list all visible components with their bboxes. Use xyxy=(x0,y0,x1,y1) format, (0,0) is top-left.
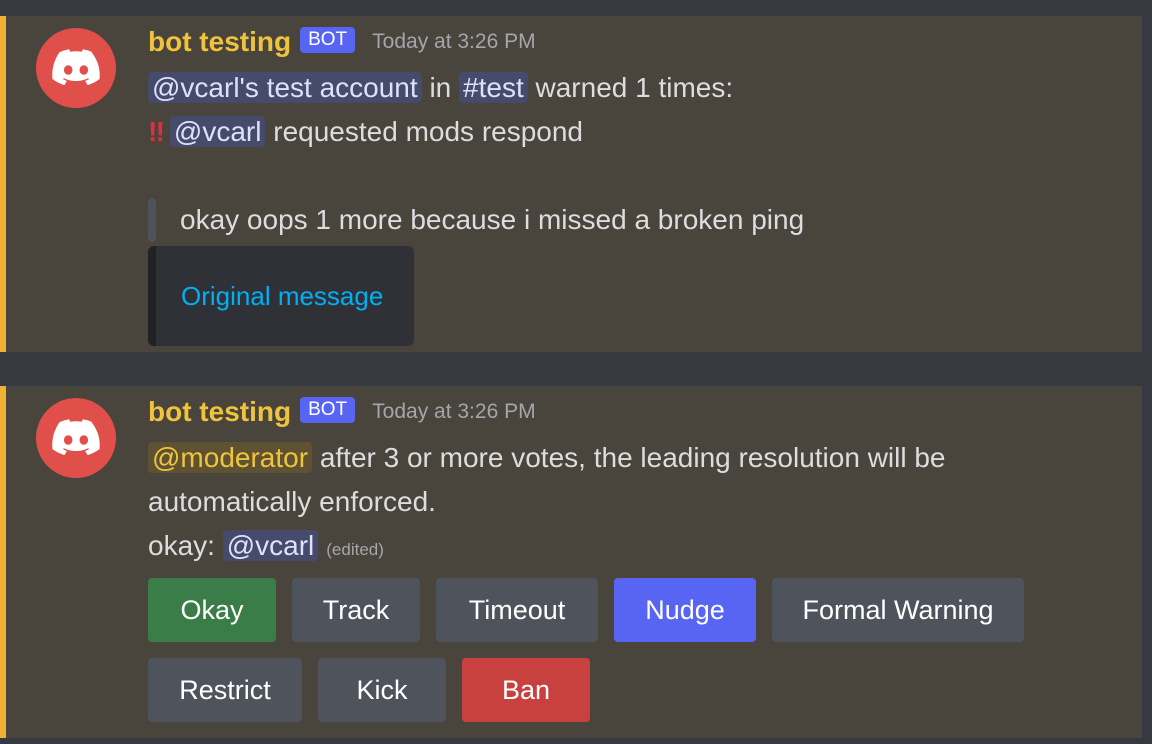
nudge-button[interactable]: Nudge xyxy=(614,578,756,642)
button-row: Restrict Kick Ban xyxy=(148,658,1048,722)
discord-logo-icon xyxy=(52,49,100,86)
user-mention[interactable]: @vcarl xyxy=(169,116,266,147)
bot-tag: BOT xyxy=(300,397,356,423)
message-warning-report: bot testing BOT Today at 3:26 PM @vcarl'… xyxy=(0,16,1142,352)
author-name[interactable]: bot testing xyxy=(148,24,291,60)
action-buttons: Okay Track Timeout Nudge Formal Warning … xyxy=(148,578,1048,738)
okay-line: okay: @vcarl (edited) xyxy=(148,524,1122,572)
vote-line-continued: automatically enforced. xyxy=(148,480,1122,524)
message-header: bot testing BOT Today at 3:26 PM xyxy=(148,394,536,430)
message-vote-prompt: bot testing BOT Today at 3:26 PM @modera… xyxy=(0,386,1142,738)
user-mention[interactable]: @vcarl xyxy=(222,530,319,561)
quote-bar xyxy=(148,198,156,242)
author-name[interactable]: bot testing xyxy=(148,394,291,430)
message-content: @vcarl's test account in #test warned 1 … xyxy=(148,66,1122,346)
message-content: @moderator after 3 or more votes, the le… xyxy=(148,436,1122,572)
formal-warning-button[interactable]: Formal Warning xyxy=(772,578,1024,642)
vote-line: @moderator after 3 or more votes, the le… xyxy=(148,436,1122,480)
okay-button[interactable]: Okay xyxy=(148,578,276,642)
button-row: Okay Track Timeout Nudge Formal Warning xyxy=(148,578,1048,642)
ban-button[interactable]: Ban xyxy=(462,658,590,722)
role-mention[interactable]: @moderator xyxy=(148,442,313,473)
timeout-button[interactable]: Timeout xyxy=(436,578,598,642)
embed-card: Original message xyxy=(148,246,414,346)
timestamp[interactable]: Today at 3:26 PM xyxy=(372,400,535,424)
request-line: ‼ @vcarl requested mods respond xyxy=(148,110,1122,154)
static-text: automatically enforced. xyxy=(148,486,436,517)
bot-tag: BOT xyxy=(300,27,356,53)
quote-text: okay oops 1 more because i missed a brok… xyxy=(180,204,805,235)
static-text: in xyxy=(429,72,452,103)
timestamp[interactable]: Today at 3:26 PM xyxy=(372,30,535,54)
discord-logo-icon xyxy=(52,419,100,456)
channel-mention[interactable]: #test xyxy=(459,72,528,103)
avatar[interactable] xyxy=(36,28,116,108)
message-header: bot testing BOT Today at 3:26 PM xyxy=(148,24,536,60)
static-text: requested mods respond xyxy=(273,116,583,147)
chat-view: bot testing BOT Today at 3:26 PM @vcarl'… xyxy=(0,0,1152,744)
static-text: warned 1 times: xyxy=(535,72,734,103)
restrict-button[interactable]: Restrict xyxy=(148,658,302,722)
kick-button[interactable]: Kick xyxy=(318,658,446,722)
block-quote: okay oops 1 more because i missed a brok… xyxy=(148,198,1122,242)
okay-prefix: okay: xyxy=(148,530,215,561)
static-text: after 3 or more votes, the leading resol… xyxy=(319,442,946,473)
avatar[interactable] xyxy=(36,398,116,478)
warning-line: @vcarl's test account in #test warned 1 … xyxy=(148,66,1122,110)
edited-marker: (edited) xyxy=(326,540,384,559)
user-mention[interactable]: @vcarl's test account xyxy=(148,72,422,103)
track-button[interactable]: Track xyxy=(292,578,420,642)
double-exclamation-icon: ‼ xyxy=(148,116,165,147)
original-message-link[interactable]: Original message xyxy=(181,274,383,318)
